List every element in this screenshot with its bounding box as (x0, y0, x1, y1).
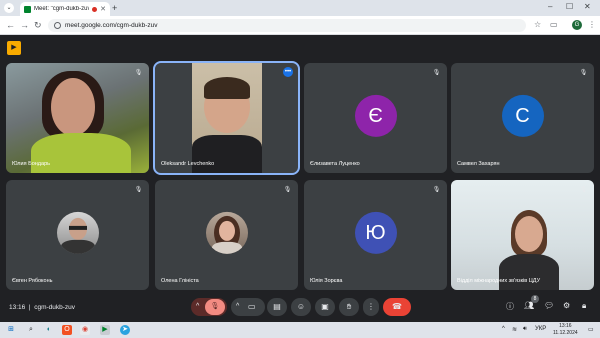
participants-count-badge: 8 (531, 295, 539, 303)
mic-toggle-button[interactable]: 🎙︎ (205, 299, 225, 315)
letter-avatar: Ю (354, 211, 397, 254)
camera-options-chevron-icon[interactable]: ^ (236, 298, 239, 316)
wifi-icon[interactable]: ≋ (512, 326, 517, 333)
participant-name: Олена Глінiста (161, 278, 199, 284)
site-info-icon[interactable] (54, 22, 61, 29)
photo-avatar (56, 211, 99, 254)
speaking-indicator-icon: ••• (283, 67, 293, 77)
leave-call-button[interactable]: ☎︎ (383, 298, 411, 316)
taskbar-clock[interactable]: 13:16 11.12.2024 (553, 323, 578, 337)
participant-tile[interactable]: 🎙︎ Є Єлизавета Луценко (304, 63, 447, 173)
participant-tile[interactable]: 🎙︎ Відділ міжнародних зв'язків ЦДУ (451, 180, 594, 290)
clock-date: 11.12.2024 (553, 330, 578, 336)
mic-off-icon: 🎙︎ (432, 70, 441, 76)
browser-toolbar: ← → ↻ meet.google.com/cgm-dukb-zuv ☆ ▭ G… (0, 16, 600, 35)
bookmark-star-icon[interactable]: ☆ (534, 20, 541, 29)
participant-name: Відділ міжнародних зв'язків ЦДУ (457, 278, 541, 284)
windows-taskbar: ⊞ ⌕ ◐ O ◉ ▶ ➤ ^ ≋ 🔊︎ УКР 13:16 11.12.202… (0, 322, 600, 338)
meeting-info: 13:16 | cgm-dukb-zuv (9, 304, 76, 311)
forward-arrow-icon[interactable]: → (20, 20, 29, 30)
mic-off-icon: 🎙︎ (579, 187, 588, 193)
meet-favicon-icon (24, 5, 31, 13)
keyboard-language[interactable]: УКР (535, 326, 546, 332)
search-icon[interactable]: ⌕ (26, 325, 36, 335)
tab-close-icon[interactable]: ✕ (100, 5, 106, 13)
participant-name: Oleksandr Levchenko (161, 161, 215, 167)
mic-off-icon: 🎙︎ (432, 187, 441, 193)
mic-options-chevron-icon[interactable]: ^ (196, 298, 199, 316)
back-arrow-icon[interactable]: ← (6, 20, 15, 30)
letter-avatar: С (501, 94, 544, 137)
participant-name: Юлія Зорєва (310, 278, 343, 284)
mic-control-group: ^ 🎙︎ (191, 298, 227, 316)
participant-tile[interactable]: 🎙︎ Ю Юлія Зорєва (304, 180, 447, 290)
mic-off-icon: 🎙︎ (579, 70, 588, 76)
participant-video (192, 63, 262, 173)
address-bar[interactable]: meet.google.com/cgm-dukb-zuv (48, 19, 526, 32)
browser-menu-icon[interactable]: ⋮ (588, 20, 596, 29)
meet-stage: ▶ 🎙︎ Юлия Бондарь ••• Oleksandr Levchenk… (0, 35, 600, 322)
participant-name: Юлия Бондарь (12, 161, 50, 167)
present-button[interactable]: ▣ (315, 298, 335, 316)
opera-icon[interactable]: O (62, 325, 72, 335)
activities-icon[interactable]: ⚙︎ (563, 301, 570, 310)
reload-icon[interactable]: ↻ (34, 20, 42, 31)
participant-video (451, 180, 594, 290)
close-window-icon[interactable]: ✕ (584, 2, 591, 11)
participant-tile[interactable]: 🎙︎ Олена Глінiста (155, 180, 298, 290)
raise-hand-button[interactable]: ✋︎ (339, 298, 359, 316)
meeting-time: 13:16 (9, 304, 26, 311)
side-panel-icon[interactable]: ▭ (550, 20, 558, 29)
photo-avatar (205, 211, 248, 254)
chrome-icon[interactable]: ◉ (80, 325, 90, 335)
url-text: meet.google.com/cgm-dukb-zuv (65, 22, 158, 29)
mic-off-icon: 🎙︎ (134, 70, 143, 76)
volume-icon[interactable]: 🔊︎ (523, 326, 527, 333)
notifications-icon[interactable]: ▭ (588, 326, 594, 333)
meet-taskbar-icon[interactable]: ▶ (100, 325, 110, 335)
mic-off-icon: 🎙︎ (283, 187, 292, 193)
clock-time: 13:16 (559, 323, 572, 329)
telegram-icon[interactable]: ➤ (120, 325, 130, 335)
camera-control-group: ^ ▭ (231, 298, 265, 316)
windows-start-icon[interactable]: ⊞ (6, 325, 16, 335)
mic-off-icon: 🎙︎ (134, 187, 143, 193)
participant-name: Євген Рябоконь (12, 278, 53, 284)
participant-name: Єлизавета Луценко (310, 161, 360, 167)
chat-icon[interactable]: 💬︎ (544, 301, 554, 310)
reactions-button[interactable]: ☺ (291, 298, 311, 316)
profile-avatar[interactable]: G (572, 20, 582, 30)
letter-avatar: Є (354, 94, 397, 137)
participant-tile[interactable]: 🎙︎ Юлия Бондарь (6, 63, 149, 173)
camera-toggle-button[interactable]: ▭ (248, 298, 256, 316)
recording-dot-icon (92, 6, 98, 12)
participant-tile-active[interactable]: ••• Oleksandr Levchenko (153, 61, 300, 175)
maximize-icon[interactable]: ☐ (566, 2, 573, 11)
tray-chevron-icon[interactable]: ^ (502, 326, 505, 332)
browser-tab-meet[interactable]: Meet: "cgm-dukb-zuv" ✕ (20, 2, 110, 16)
tab-title: Meet: "cgm-dukb-zuv" (34, 6, 90, 12)
new-tab-button[interactable]: + (112, 3, 117, 13)
participant-tile[interactable]: 🎙︎ Євген Рябоконь (6, 180, 149, 290)
host-controls-icon[interactable]: 🔒︎ (582, 301, 586, 311)
meeting-details-icon[interactable]: ⓘ (506, 301, 514, 312)
minimize-icon[interactable]: – (548, 2, 552, 11)
browser-tab-bar: ⌄ Meet: "cgm-dukb-zuv" ✕ + – ☐ ✕ (0, 0, 600, 16)
captions-button[interactable]: ▤ (267, 298, 287, 316)
tab-search-icon[interactable]: ⌄ (4, 3, 14, 13)
participant-name: Самвел Захарян (457, 161, 500, 167)
participant-video (6, 63, 149, 173)
meeting-code: cgm-dukb-zuv (34, 304, 76, 311)
edge-icon[interactable]: ◐ (44, 325, 54, 335)
meet-logo-icon: ▶ (7, 41, 21, 55)
more-options-button[interactable]: ⋮ (363, 298, 379, 316)
participant-tile[interactable]: 🎙︎ С Самвел Захарян (451, 63, 594, 173)
